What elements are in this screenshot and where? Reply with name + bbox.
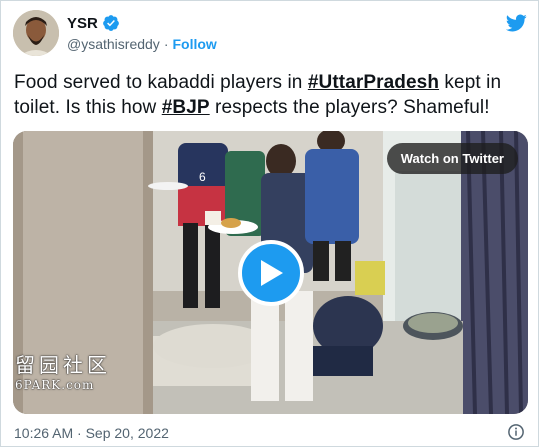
hashtag-uttarpradesh[interactable]: #UttarPradesh [308, 72, 439, 93]
watermark: 留园社区 6PARK.com [15, 349, 111, 392]
hashtag-bjp[interactable]: #BJP [162, 97, 210, 118]
tweet-text: Food served to kabaddi players in #Uttar… [14, 70, 529, 120]
author-name[interactable]: YSR [67, 15, 98, 32]
tweet-text-part3: respects the players? Shameful! [209, 97, 490, 118]
separator-dot: · [163, 36, 169, 52]
info-icon[interactable] [507, 423, 525, 441]
tweet-embed: YSR @ysathisreddy · Follow Food served t… [0, 0, 539, 447]
avatar[interactable] [13, 10, 59, 56]
twitter-bird-icon[interactable] [504, 12, 528, 34]
verified-badge-icon [102, 15, 119, 31]
play-icon [261, 260, 283, 286]
tweet-text-part1: Food served to kabaddi players in [14, 72, 308, 93]
author-handle[interactable]: @ysathisreddy [67, 36, 160, 52]
tweet-timestamp[interactable]: 10:26 AM · Sep 20, 2022 [14, 425, 169, 441]
jersey-number: 6 [199, 170, 206, 184]
author-name-row[interactable]: YSR [67, 14, 120, 32]
watch-on-twitter-button[interactable]: Watch on Twitter [386, 143, 518, 174]
author-handle-row: @ysathisreddy · Follow [67, 36, 217, 52]
follow-button[interactable]: Follow [172, 36, 216, 52]
watermark-chinese: 留园社区 [15, 353, 111, 377]
watermark-site: 6PARK.com [15, 378, 95, 392]
play-button[interactable] [238, 240, 304, 306]
video-thumbnail[interactable]: 6 Watch on Twitter 留园社区 6PARK.com [13, 131, 528, 414]
